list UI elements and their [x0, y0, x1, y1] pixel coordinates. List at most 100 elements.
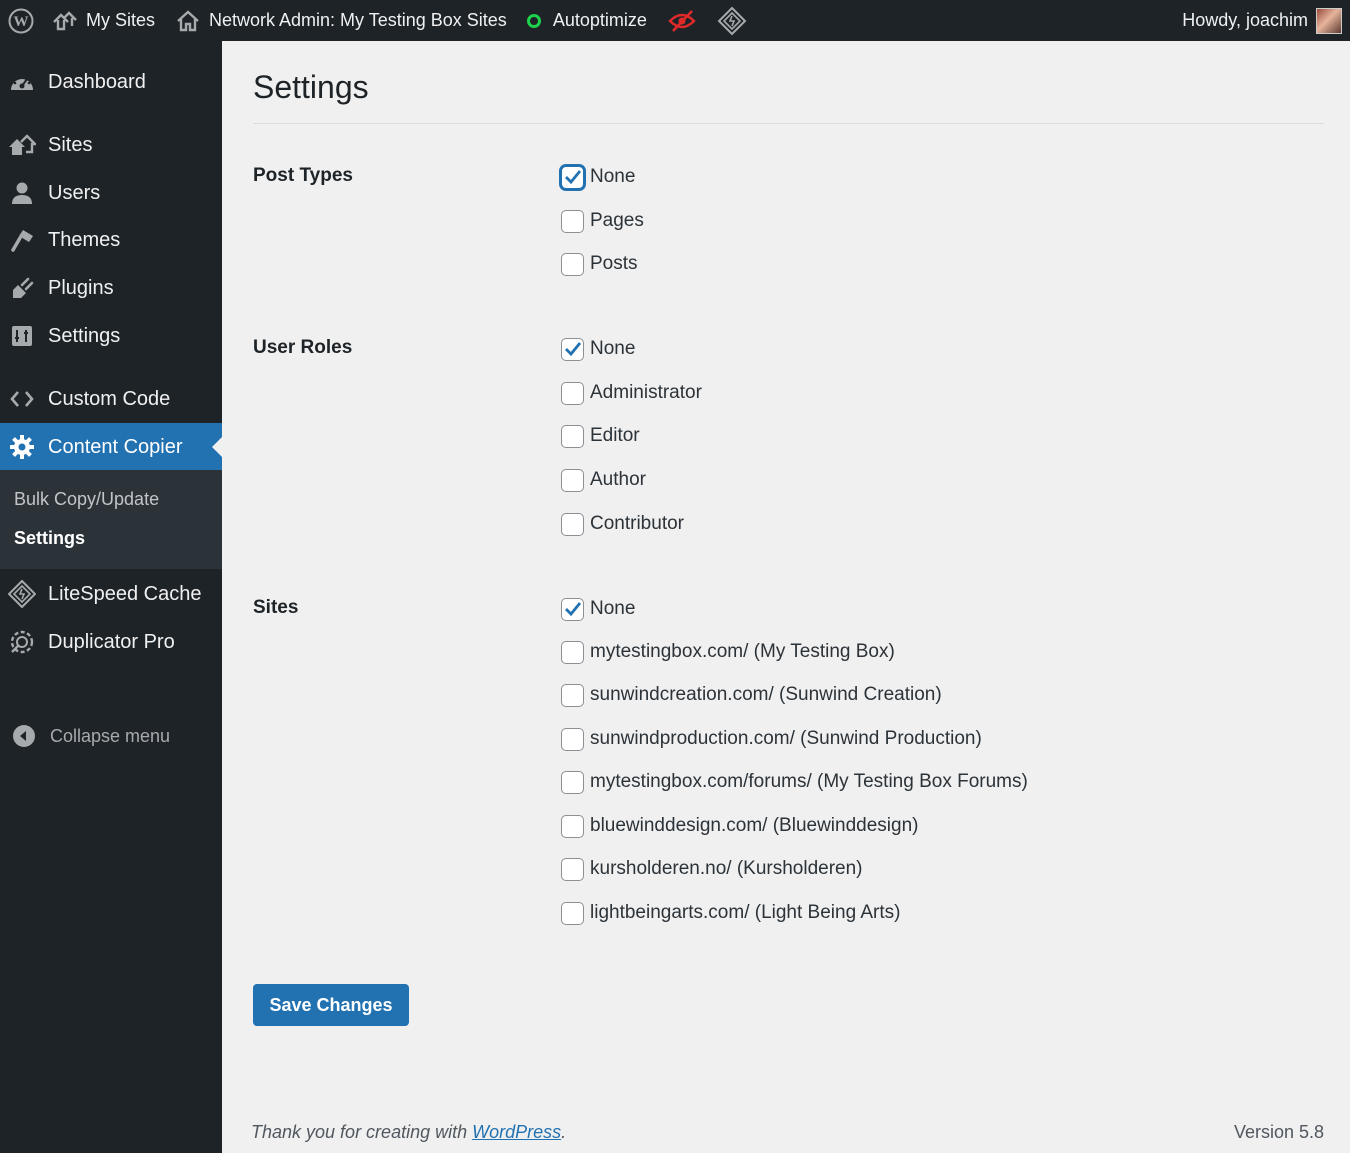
- users-icon: [8, 179, 36, 207]
- page-title: Settings: [253, 69, 369, 105]
- checkbox-label: kursholderen.no/ (Kursholderen): [590, 858, 863, 879]
- sidebar-label: Plugins: [48, 276, 114, 299]
- network-admin-link[interactable]: Network Admin: My Testing Box Sites: [165, 0, 517, 41]
- checkbox-label: Contributor: [590, 513, 684, 534]
- wordpress-link[interactable]: WordPress: [472, 1122, 561, 1142]
- autoptimize-status-icon: [526, 13, 541, 28]
- checkbox-box[interactable]: [561, 468, 584, 492]
- sidebar-label: Themes: [48, 228, 121, 251]
- site-lightbeingarts-checkbox[interactable]: lightbeingarts.com/ (Light Being Arts): [561, 898, 901, 928]
- sidebar-label: Settings: [48, 324, 121, 347]
- checkbox-label: Editor: [590, 425, 640, 446]
- checkbox-box[interactable]: [561, 512, 584, 536]
- checkbox-label: None: [590, 598, 636, 619]
- footer-thanks-prefix: Thank you for creating with: [251, 1122, 473, 1142]
- site-mytestingbox-checkbox[interactable]: mytestingbox.com/ (My Testing Box): [561, 637, 895, 667]
- user-role-none-checkbox[interactable]: None: [561, 334, 635, 364]
- checkbox-box[interactable]: [561, 683, 584, 707]
- sidebar-label: LiteSpeed Cache: [48, 582, 202, 605]
- autoptimize-label: Autoptimize: [552, 10, 647, 30]
- save-changes-button[interactable]: Save Changes: [253, 984, 409, 1026]
- checkbox-label: Author: [590, 469, 646, 490]
- checkbox-box[interactable]: [561, 337, 584, 361]
- site-kursholderen-checkbox[interactable]: kursholderen.no/ (Kursholderen): [561, 854, 863, 884]
- checkbox-label: bluewinddesign.com/ (Bluewinddesign): [590, 815, 919, 836]
- sidebar-item-duplicator-pro[interactable]: Duplicator Pro: [0, 618, 222, 666]
- site-sunwindproduction-checkbox[interactable]: sunwindproduction.com/ (Sunwind Producti…: [561, 724, 982, 754]
- submenu-item-settings[interactable]: Settings: [14, 528, 85, 549]
- checkbox-label: sunwindcreation.com/ (Sunwind Creation): [590, 684, 942, 705]
- sidebar-item-content-copier[interactable]: Content Copier: [0, 423, 222, 471]
- post-type-none-checkbox[interactable]: None: [561, 162, 635, 192]
- sidebar-item-plugins[interactable]: Plugins: [0, 264, 222, 312]
- user-role-author-checkbox[interactable]: Author: [561, 465, 646, 495]
- sidebar-item-settings[interactable]: Settings: [0, 312, 222, 360]
- account-menu[interactable]: Howdy, joachim: [1172, 0, 1350, 41]
- checkbox-box[interactable]: [561, 597, 584, 621]
- version-label: Version 5.8: [1233, 1122, 1324, 1142]
- checkbox-box[interactable]: [561, 252, 584, 276]
- home-icon: [175, 8, 201, 34]
- sites-label: Sites: [253, 597, 299, 618]
- site-bluewinddesign-checkbox[interactable]: bluewinddesign.com/ (Bluewinddesign): [561, 811, 918, 841]
- autoptimize-link[interactable]: Autoptimize: [517, 0, 657, 41]
- user-role-editor-checkbox[interactable]: Editor: [561, 421, 640, 451]
- howdy-label: Howdy, joachim: [1182, 10, 1308, 30]
- site-none-checkbox[interactable]: None: [561, 594, 635, 624]
- duplicator-icon: [8, 628, 36, 656]
- sidebar-label: Sites: [48, 133, 93, 156]
- footer-thanks: Thank you for creating with WordPress.: [251, 1122, 566, 1143]
- admin-bar: W My Sites Network Admin: My Testing Box…: [0, 0, 1350, 41]
- checkbox-label: None: [590, 166, 636, 187]
- hidden-eye-icon[interactable]: [657, 0, 707, 41]
- sidebar-label: Duplicator Pro: [48, 630, 175, 653]
- sidebar-item-dashboard[interactable]: Dashboard: [0, 58, 222, 106]
- sidebar-item-themes[interactable]: Themes: [0, 216, 222, 264]
- plugins-icon: [8, 274, 36, 302]
- admin-sidebar: Dashboard Sites Users Themes Plugins Set…: [0, 41, 222, 1153]
- checkbox-box[interactable]: [561, 381, 584, 405]
- collapse-arrow-icon: [10, 722, 38, 750]
- user-role-administrator-checkbox[interactable]: Administrator: [561, 378, 702, 408]
- litespeed-toolbar-icon[interactable]: [707, 0, 757, 41]
- sites-icon: [8, 131, 36, 159]
- sidebar-label: Users: [48, 181, 101, 204]
- checkbox-box[interactable]: [561, 209, 584, 233]
- collapse-label: Collapse menu: [50, 725, 171, 746]
- submenu-item-bulk-copy[interactable]: Bulk Copy/Update: [14, 489, 159, 510]
- sidebar-item-sites[interactable]: Sites: [0, 121, 222, 169]
- collapse-menu-button[interactable]: Collapse menu: [0, 712, 222, 760]
- checkbox-box[interactable]: [561, 640, 584, 664]
- code-icon: [8, 385, 36, 413]
- checkbox-box[interactable]: [561, 424, 584, 448]
- wordpress-logo-icon[interactable]: W: [0, 0, 42, 41]
- checkbox-label: mytestingbox.com/ (My Testing Box): [590, 641, 895, 662]
- settings-icon: [8, 322, 36, 350]
- checkbox-box[interactable]: [561, 727, 584, 751]
- sidebar-item-litespeed-cache[interactable]: LiteSpeed Cache: [0, 570, 222, 618]
- checkbox-label: lightbeingarts.com/ (Light Being Arts): [590, 902, 901, 923]
- sidebar-item-users[interactable]: Users: [0, 169, 222, 217]
- checkbox-box[interactable]: [561, 165, 584, 189]
- user-role-contributor-checkbox[interactable]: Contributor: [561, 509, 684, 539]
- checkbox-box[interactable]: [561, 814, 584, 838]
- site-forums-checkbox[interactable]: mytestingbox.com/forums/ (My Testing Box…: [561, 767, 1028, 797]
- sidebar-item-custom-code[interactable]: Custom Code: [0, 375, 222, 423]
- checkbox-label: mytestingbox.com/forums/ (My Testing Box…: [590, 771, 1028, 792]
- post-types-label: Post Types: [253, 165, 353, 186]
- my-sites-link[interactable]: My Sites: [42, 0, 165, 41]
- checkbox-box[interactable]: [561, 857, 584, 881]
- title-divider: [253, 123, 1324, 124]
- footer-thanks-suffix: .: [561, 1122, 567, 1142]
- post-type-posts-checkbox[interactable]: Posts: [561, 249, 638, 279]
- sidebar-label: Dashboard: [48, 70, 146, 93]
- post-type-pages-checkbox[interactable]: Pages: [561, 206, 644, 236]
- sites-icon: [52, 8, 78, 34]
- checkbox-label: sunwindproduction.com/ (Sunwind Producti…: [590, 728, 982, 749]
- checkbox-box[interactable]: [561, 901, 584, 925]
- site-sunwindcreation-checkbox[interactable]: sunwindcreation.com/ (Sunwind Creation): [561, 680, 942, 710]
- svg-text:W: W: [14, 14, 29, 30]
- checkbox-label: Administrator: [590, 382, 702, 403]
- checkbox-box[interactable]: [561, 770, 584, 794]
- dashboard-icon: [8, 68, 36, 96]
